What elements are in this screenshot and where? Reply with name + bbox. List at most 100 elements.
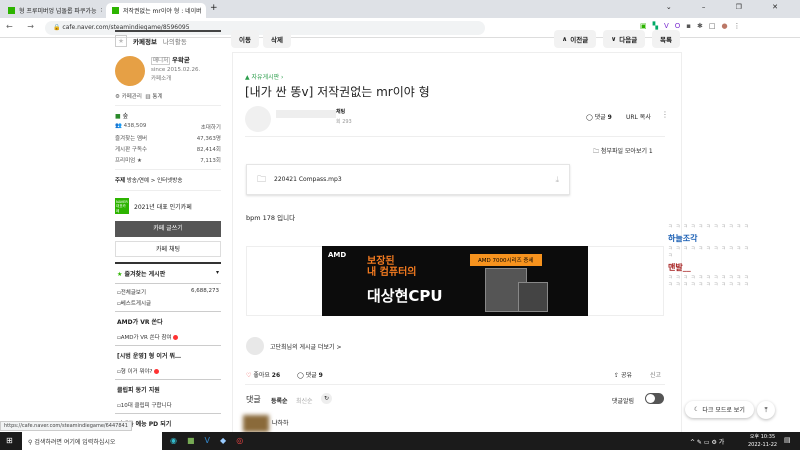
chat-username[interactable]: 하늘조각 [668, 233, 800, 244]
cafe-grade: 숲 [122, 113, 129, 120]
delete-button[interactable]: 삭제 [263, 30, 291, 48]
status-url: https://cafe.naver.com/steamindiegame/64… [0, 421, 132, 431]
cafe-chat-button[interactable]: 카페 채팅 [115, 241, 221, 257]
attachment-file[interactable]: 🗀 220421 Compass.mp3 ⤓ [246, 164, 570, 195]
stat-label: 즐겨찾는 멤버 [115, 136, 148, 142]
more-posts-link[interactable]: 고단최님의 게시글 더보기 > [270, 342, 341, 351]
sort-latest[interactable]: 최신순 [296, 396, 313, 405]
topic-link[interactable]: 방송/연예 > 인터넷방송 [127, 178, 183, 184]
view-count: 회 293 [336, 119, 352, 125]
chat-panel: ㅋㅋㅋㅋㅋㅋㅋㅋㅋㅋㅋ 하늘조각 ㅋㅋㅋㅋㅋㅋㅋㅋㅋㅋㅋㅋ 맨발__ ㅋㅋㅋㅋㅋ… [668, 222, 800, 289]
manager-badge: 매니저 [151, 57, 171, 65]
stat-value: 82,414회 [196, 147, 221, 153]
move-button[interactable]: 이동 [231, 30, 259, 48]
ad-tag: AMD 7000시리즈 증세 [470, 254, 542, 266]
post-body: bpm 178 입니다 [246, 214, 296, 222]
star-icon: ★ [117, 271, 123, 278]
board-link[interactable]: ▲ 자유게시판 › [245, 72, 283, 81]
star-icon[interactable]: ★ [115, 35, 127, 47]
prev-post-button[interactable]: ∧ 이전글 [554, 30, 597, 48]
cafe-owner[interactable]: 우왁굳 [172, 56, 190, 64]
download-icon[interactable]: ⤓ [555, 175, 559, 185]
stat-label: 프리미엄 ★ [115, 158, 142, 164]
more-icon[interactable]: ⋮ [661, 110, 669, 119]
cafe-intro-link[interactable]: 카페소개 [151, 76, 171, 82]
extension-icons[interactable]: ▣▚VO▪✱□●⋮ [640, 22, 747, 30]
fav-boards-header[interactable]: ★ 즐겨찾는 게시판 ▾ [115, 262, 221, 283]
tray-icons[interactable]: ^ ✎ ▭ ⚙ 가 [690, 437, 724, 446]
list-button[interactable]: 목록 [652, 30, 680, 48]
author-avatar[interactable] [246, 337, 264, 355]
board-all[interactable]: ▫전체글보기 6,688,273 [117, 288, 219, 296]
refresh-icon[interactable]: ↻ [321, 393, 332, 404]
commenter-avatar[interactable] [243, 415, 269, 432]
tab-bar: 형 프루미버엉 넘돌롭 파쿠가능✕ 저작권없는 mr이야 형 : 네이버✕ + … [0, 0, 800, 18]
file-name: 220421 Compass.mp3 [274, 176, 342, 183]
amd-ad-banner[interactable]: AMD 보장된 내 컴퓨터의 대상현CPU AMD 7000시리즈 증세 [322, 246, 588, 316]
comment-count-link[interactable]: ◯ 댓글 9 [586, 112, 612, 121]
grade-icon: ■ [115, 113, 121, 120]
write-post-button[interactable]: 카페 글쓰기 [115, 221, 221, 237]
comment-author[interactable]: 냐하하 [272, 418, 289, 427]
award-text: 2021년 대표 인기카페 [134, 203, 192, 211]
author-tag: 채팅 [336, 109, 346, 115]
author-name-blurred[interactable] [276, 110, 336, 118]
board-item[interactable]: ▫AMD가 VR 쏜다 참여 [115, 331, 221, 345]
new-badge [154, 369, 160, 374]
board-best[interactable]: ▫베스트게시글 [115, 297, 221, 311]
board-group[interactable]: AMD가 VR 쏜다 [115, 311, 221, 331]
stat-value: 47,363명 [196, 136, 221, 142]
invite-link[interactable]: 초대하기 [201, 123, 221, 131]
board-item[interactable]: ▫10대 클립피 구합니다 [115, 399, 221, 413]
share-button[interactable]: ⇪ 공유 [614, 370, 632, 379]
notify-toggle[interactable] [645, 393, 664, 404]
taskbar-search[interactable]: ⚲ 검색하려면 여기에 입력하십시오 [22, 432, 162, 450]
since-date: since 2015.02.26. [151, 67, 201, 73]
attachments-link[interactable]: 🗀 첨부파일 모아보기 1 [593, 146, 653, 157]
naver-cafe-icon [8, 7, 15, 14]
taskbar-apps[interactable]: ◉■V◆◎ [170, 436, 253, 445]
new-tab-button[interactable]: + [210, 3, 218, 13]
windows-start-icon[interactable]: ⊞ [6, 436, 13, 445]
tab-cafe-info[interactable]: 카페정보 [133, 36, 157, 46]
clock[interactable]: 오후 10:35 2022-11-22 [748, 433, 777, 449]
sort-registered[interactable]: 등록순 [271, 396, 288, 405]
comments-title: 댓글 [246, 395, 261, 404]
notification-icon[interactable]: ▤ [784, 436, 791, 444]
notify-label: 댓글알림 [612, 398, 635, 405]
ad-headline: 대상현CPU [367, 287, 443, 305]
moon-icon: ☾ [694, 406, 700, 413]
chat-username[interactable]: 맨발__ [668, 262, 800, 273]
board-item[interactable]: ▫형 이거 뭐야? [115, 365, 221, 379]
next-post-button[interactable]: ∨ 다음글 [603, 30, 646, 48]
member-count: 438,509 [123, 123, 147, 129]
like-button[interactable]: ♡ 좋아요 26 [246, 370, 280, 379]
tab-2[interactable]: 저작권없는 mr이야 형 : 네이버✕ [106, 3, 206, 18]
taskbar: ⊞ ⚲ 검색하려면 여기에 입력하십시오 ◉■V◆◎ ^ ✎ ▭ ⚙ 가 오후 … [0, 432, 800, 450]
report-button[interactable]: 신고 [650, 370, 661, 379]
cafe-logo [115, 56, 145, 86]
board-group[interactable]: [시범 운영] 형 이거 뭐… [115, 345, 221, 365]
comment-button[interactable]: ◯ 댓글 9 [297, 370, 323, 379]
window-controls[interactable]: ⌄ – ❐ ✕ [666, 3, 792, 11]
close-icon[interactable]: ✕ [100, 7, 102, 14]
amd-logo: AMD [328, 251, 347, 259]
author-avatar[interactable] [245, 106, 271, 132]
scroll-top-button[interactable]: ⤒ [757, 401, 775, 419]
copy-url-button[interactable]: URL 복사 [626, 112, 651, 121]
tab-my-activity[interactable]: 나의활동 [163, 36, 187, 46]
members-icon: 👥 [115, 123, 122, 129]
stat-value: 7,113회 [200, 158, 221, 164]
folder-icon: 🗀 [257, 174, 267, 185]
cafe-manage-link[interactable]: 카페관리 [122, 94, 142, 100]
naver-badge: NAVER 대표카페 [115, 198, 129, 214]
stat-label: 게시판 구독수 [115, 147, 148, 153]
naver-cafe-icon [112, 7, 119, 14]
tab-1[interactable]: 형 프루미버엉 넘돌롭 파쿠가능✕ [2, 3, 102, 18]
stats-link[interactable]: 통계 [152, 94, 162, 100]
board-group[interactable]: 클립피 동기 지원 [115, 379, 221, 399]
heart-icon: ♡ [246, 372, 252, 379]
topic-label: 주제 [115, 178, 126, 184]
cafe-sidebar: ★ 카페정보 나의활동 매니저 우왁굳 since 2015.02.26. 카페… [115, 30, 221, 433]
dark-mode-button[interactable]: ☾ 다크 모드로 보기 [685, 401, 754, 418]
